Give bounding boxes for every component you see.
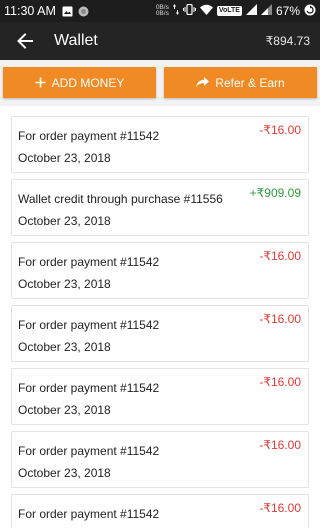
transaction-title: For order payment #11542 [18, 129, 160, 143]
back-button[interactable] [14, 30, 36, 52]
refer-earn-button[interactable]: Refer & Earn [164, 67, 317, 98]
app-bar: Wallet ₹894.73 [0, 22, 320, 60]
transaction-date: October 23, 2018 [18, 214, 111, 228]
transaction-item[interactable]: Wallet credit through purchase #11556 Oct… [11, 179, 309, 236]
transaction-title: For order payment #11542 [18, 507, 160, 521]
transaction-date: October 23, 2018 [18, 403, 111, 417]
signal-icon [245, 4, 257, 18]
transaction-item[interactable]: For order payment #11542 October 23, 2018… [11, 116, 309, 173]
transaction-title: For order payment #11542 [18, 381, 160, 395]
transaction-item[interactable]: For order payment #11542 October 23, 2018… [11, 242, 309, 299]
transaction-date: October 23, 2018 [18, 340, 111, 354]
transaction-date: October 23, 2018 [18, 151, 111, 165]
transaction-item[interactable]: For order payment #11542October 23, 2018… [11, 494, 309, 528]
volte-badge: VoLTE [216, 6, 242, 16]
refer-earn-label: Refer & Earn [215, 75, 285, 90]
transaction-amount: -₹16.00 [259, 312, 301, 326]
image-icon [62, 6, 73, 17]
circle-icon [78, 6, 89, 17]
transaction-item[interactable]: For order payment #11542 October 23, 2018… [11, 305, 309, 362]
wallet-balance: ₹894.73 [265, 34, 310, 48]
transaction-list: For order payment #11542 October 23, 2018… [0, 106, 320, 528]
wifi-icon [199, 4, 213, 18]
transaction-item[interactable]: For order payment #11542 October 23, 2018… [11, 368, 309, 425]
page-title: Wallet [54, 32, 98, 49]
status-bar: 11:30 AM 0B/s 0B/s VoLTE 67% [0, 0, 320, 22]
wallet-actions: ADD MONEY Refer & Earn [0, 60, 320, 106]
status-time: 11:30 AM [4, 4, 56, 18]
plus-icon [35, 77, 46, 88]
transaction-title: For order payment #11542 [18, 444, 160, 458]
transaction-amount: +₹909.09 [249, 186, 301, 200]
transaction-date: October 23, 2018 [18, 277, 111, 291]
arrow-left-icon [17, 33, 33, 49]
network-speed: 0B/s 0B/s [155, 4, 169, 17]
data-arrows-icon [172, 4, 179, 18]
vibrate-icon [182, 3, 196, 18]
transaction-amount: -₹16.00 [259, 501, 301, 515]
add-money-label: ADD MONEY [51, 75, 125, 90]
transaction-amount: -₹16.00 [259, 375, 301, 389]
transaction-date: October 23, 2018 [18, 466, 111, 480]
battery-level: 67% [275, 4, 300, 18]
transaction-amount: -₹16.00 [259, 438, 301, 452]
transaction-title: For order payment #11542 [18, 255, 160, 269]
add-money-button[interactable]: ADD MONEY [3, 67, 156, 98]
transaction-item[interactable]: For order payment #11542 October 23, 2018… [11, 431, 309, 488]
transaction-title: For order payment #11542 [18, 318, 160, 332]
share-icon [196, 77, 210, 88]
transaction-amount: -₹16.00 [259, 123, 301, 137]
signal-icon-2 [260, 4, 272, 18]
transaction-amount: -₹16.00 [259, 249, 301, 263]
transaction-title: Wallet credit through purchase #11556 [18, 192, 223, 206]
status-right: 0B/s 0B/s VoLTE 67% [155, 3, 316, 19]
sync-icon [304, 4, 316, 19]
